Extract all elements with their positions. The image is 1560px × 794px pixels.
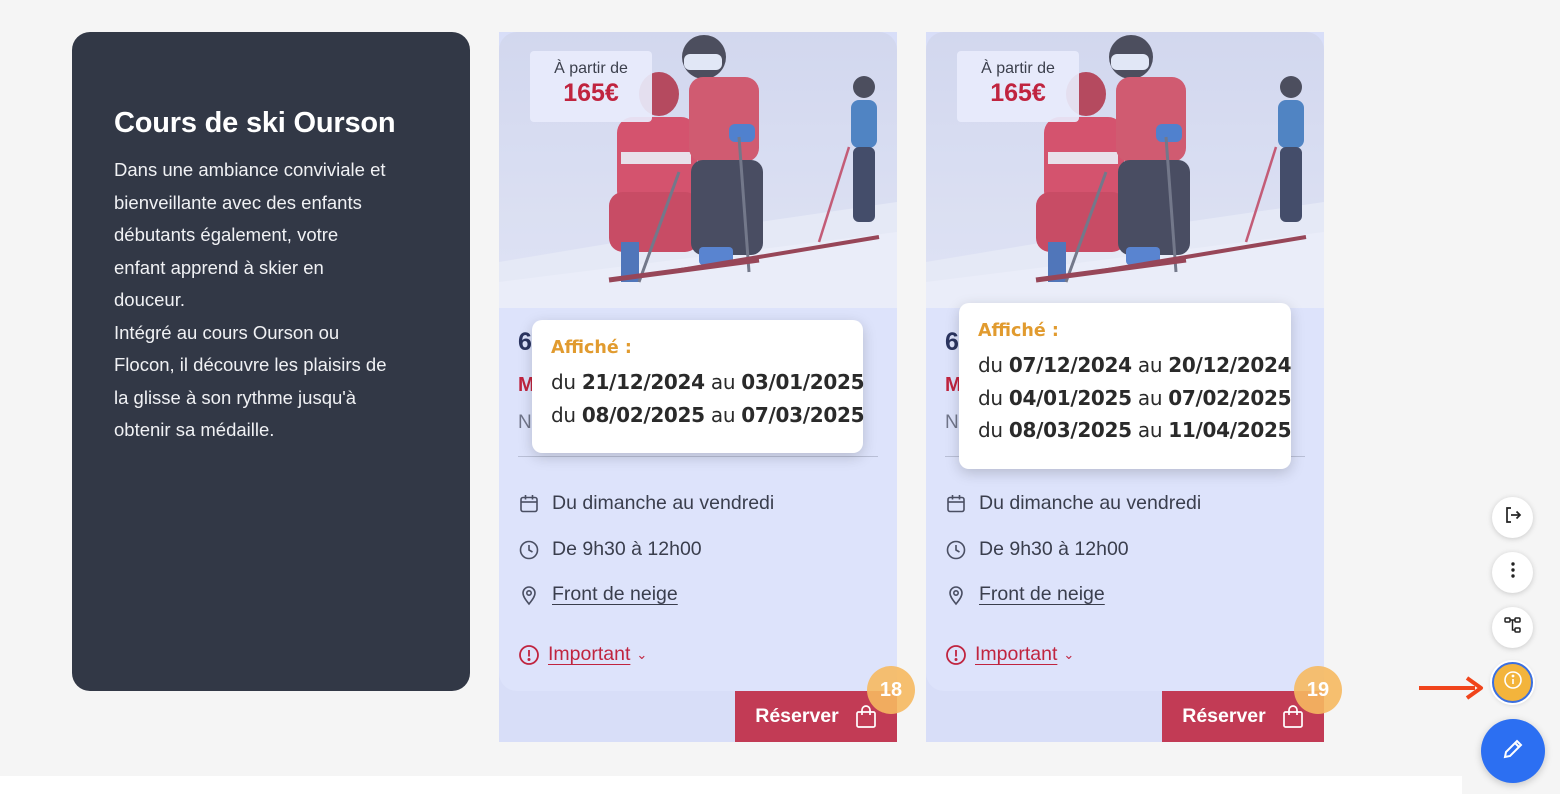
offer-title-partial: 6 [518, 328, 532, 356]
date-from: 08/02/2025 [581, 402, 705, 427]
intro-line: enfant apprend à skier en [114, 256, 324, 278]
price-tag: À partir de 165€ [530, 51, 652, 122]
date-from: 08/03/2025 [1008, 418, 1132, 442]
word-au: au [1137, 418, 1163, 442]
date-to: 11/04/2025 [1168, 418, 1292, 442]
date-to: 07/02/2025 [1168, 385, 1292, 410]
date-range: du 08/03/2025 au 11/04/2025 [978, 414, 1292, 447]
info-icon [1502, 669, 1524, 696]
popover-title: Affiché : [551, 338, 632, 358]
more-vertical-icon [1503, 560, 1523, 585]
page-bottom-strip [0, 776, 1462, 794]
word-au: au [710, 370, 736, 394]
location-link[interactable]: Front de neige [979, 583, 1105, 606]
alert-info-icon [518, 644, 540, 666]
word-au: au [1137, 385, 1163, 410]
clock-icon [945, 539, 967, 561]
schedule-hours-text: De 9h30 à 12h00 [979, 538, 1129, 560]
sitemap-icon [1503, 615, 1523, 640]
schedule-hours: De 9h30 à 12h00 [945, 538, 1129, 561]
offer-note-partial: N [945, 412, 959, 433]
display-dates-popover: Affiché : du 21/12/2024 au 03/01/2025 du… [532, 320, 865, 453]
intro-line: la glisse à son rythme jusqu'à [114, 386, 357, 408]
date-to: 20/12/2024 [1168, 353, 1292, 377]
schedule-hours-text: De 9h30 à 12h00 [552, 538, 702, 560]
divider [518, 456, 878, 457]
date-range: du 07/12/2024 au 20/12/2024 [978, 349, 1292, 382]
location-pin-icon [945, 584, 967, 606]
important-label: Important [548, 643, 631, 665]
date-range: du 04/01/2025 au 07/02/2025 [978, 382, 1292, 415]
intro-line: débutants également, votre [114, 224, 339, 245]
ski-lesson-photo: À partir de 165€ [499, 32, 897, 308]
book-button-label: Réserver [755, 705, 839, 727]
schedule-days: Du dimanche au vendredi [945, 492, 1201, 515]
important-toggle[interactable]: Important ⌄ [945, 643, 1074, 666]
logout-button[interactable] [1492, 497, 1533, 538]
meeting-location: Front de neige [945, 583, 1105, 606]
price-label: À partir de [554, 60, 628, 77]
schedule-hours: De 9h30 à 12h00 [518, 538, 702, 561]
info-button[interactable] [1492, 662, 1533, 703]
date-range: du 08/02/2025 au 07/03/2025 [551, 399, 865, 432]
price-value: 165€ [563, 79, 619, 107]
price-tag: À partir de 165€ [957, 51, 1079, 122]
date-to: 07/03/2025 [741, 402, 865, 427]
intro-line: Intégré au cours Ourson ou [114, 321, 340, 343]
sitemap-button[interactable] [1492, 607, 1533, 648]
offer-note-partial: N [518, 412, 532, 433]
intro-line: Dans une ambiance conviviale et [114, 159, 386, 180]
date-range: du 21/12/2024 au 03/01/2025 [551, 366, 865, 399]
intro-description: Dans une ambiance conviviale et bienveil… [114, 154, 430, 447]
important-label: Important [975, 643, 1058, 665]
chevron-down-icon: ⌄ [636, 646, 648, 662]
edit-pencil-icon [1500, 736, 1526, 767]
intro-card: Cours de ski Ourson Dans une ambiance co… [72, 32, 470, 691]
word-du: du [978, 385, 1003, 410]
count-badge: 18 [867, 666, 915, 714]
clock-icon [518, 539, 540, 561]
count-badge: 19 [1294, 666, 1342, 714]
alert-info-icon [945, 644, 967, 666]
chevron-down-icon: ⌄ [1063, 646, 1075, 662]
word-du: du [978, 418, 1003, 442]
word-au: au [1137, 353, 1163, 377]
location-pin-icon [518, 584, 540, 606]
shopping-bag-icon [1282, 704, 1304, 729]
important-toggle[interactable]: Important ⌄ [518, 643, 647, 666]
word-du: du [978, 353, 1003, 377]
more-options-button[interactable] [1492, 552, 1533, 593]
price-label: À partir de [981, 60, 1055, 77]
shopping-bag-icon [855, 704, 877, 729]
intro-line: obtenir sa médaille. [114, 419, 275, 440]
logout-icon [1503, 505, 1523, 530]
date-from: 21/12/2024 [581, 370, 705, 394]
intro-line: bienveillante avec des enfants [114, 191, 362, 213]
intro-title: Cours de ski Ourson [114, 107, 396, 139]
schedule-days-text: Du dimanche au vendredi [979, 492, 1202, 514]
annotation-arrow-icon [1419, 676, 1483, 700]
date-from: 04/01/2025 [1008, 385, 1132, 410]
intro-line: douceur. [114, 289, 185, 310]
word-au: au [710, 402, 736, 427]
ski-lesson-photo: À partir de 165€ [926, 32, 1324, 308]
popover-title: Affiché : [978, 321, 1059, 341]
calendar-icon [945, 493, 967, 515]
schedule-days: Du dimanche au vendredi [518, 492, 774, 515]
offer-title-partial: 6 [945, 328, 959, 356]
price-value: 165€ [990, 79, 1046, 107]
schedule-days-text: Du dimanche au vendredi [552, 492, 775, 514]
meeting-location: Front de neige [518, 583, 678, 606]
intro-line: Flocon, il découvre les plaisirs de [114, 354, 387, 375]
edit-button[interactable] [1481, 719, 1545, 783]
word-du: du [551, 370, 576, 394]
word-du: du [551, 402, 576, 427]
date-to: 03/01/2025 [741, 370, 865, 394]
book-button-label: Réserver [1182, 705, 1266, 727]
display-dates-popover: Affiché : du 07/12/2024 au 20/12/2024 du… [959, 303, 1292, 469]
location-link[interactable]: Front de neige [552, 583, 678, 606]
date-from: 07/12/2024 [1008, 353, 1132, 377]
calendar-icon [518, 493, 540, 515]
